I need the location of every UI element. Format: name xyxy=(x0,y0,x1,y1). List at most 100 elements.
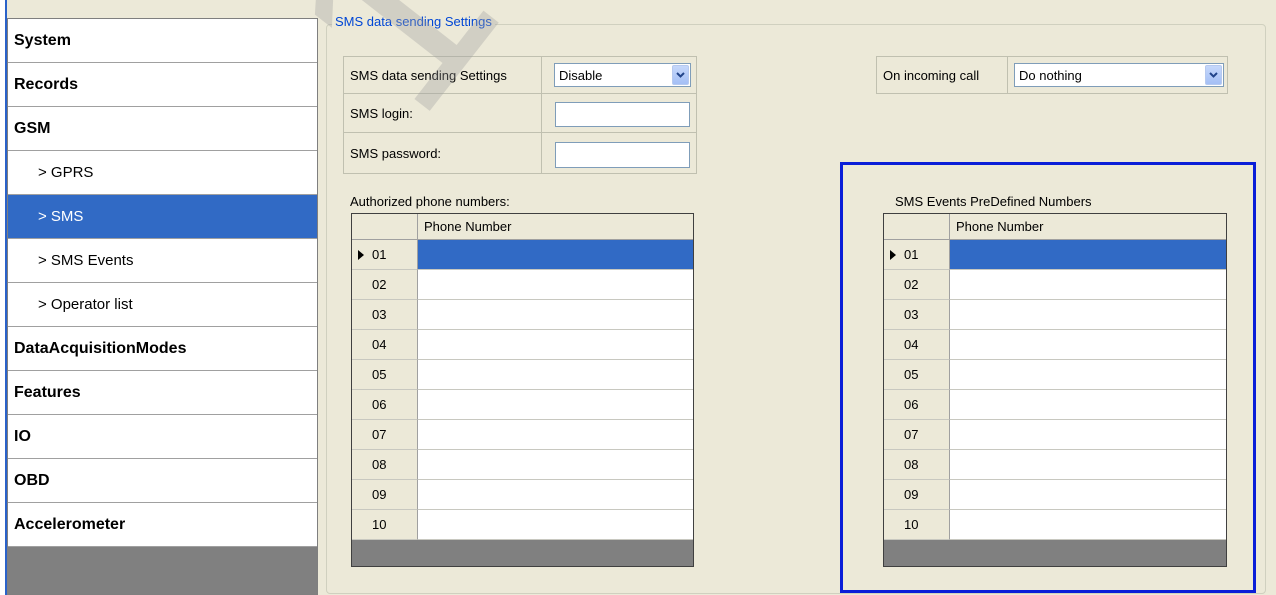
phone-number-cell[interactable] xyxy=(418,450,693,480)
sidebar-item-label: OBD xyxy=(14,471,50,489)
sms-sending-select[interactable]: Disable xyxy=(554,63,691,87)
sidebar-item-label: DataAcquisitionModes xyxy=(14,339,187,357)
phone-number-cell[interactable] xyxy=(950,450,1226,480)
predefined-numbers-grid[interactable]: Phone Number 01 02 03 04 05 06 07 08 09 10 xyxy=(883,213,1227,567)
row-pointer-icon xyxy=(890,250,896,260)
row-header[interactable]: 06 xyxy=(352,390,418,420)
sidebar-item-gprs[interactable]: > GPRS xyxy=(8,151,317,195)
sidebar-item-data-acquisition-modes[interactable]: DataAcquisitionModes xyxy=(8,327,317,371)
row-header[interactable]: 09 xyxy=(352,480,418,510)
sidebar-item-gsm[interactable]: GSM xyxy=(8,107,317,151)
row-number: 01 xyxy=(904,247,919,262)
table-row[interactable]: 10 xyxy=(352,510,693,540)
sidebar-item-obd[interactable]: OBD xyxy=(8,459,317,503)
row-pointer-icon xyxy=(358,250,364,260)
sidebar-item-features[interactable]: Features xyxy=(8,371,317,415)
row-header[interactable]: 07 xyxy=(352,420,418,450)
row-header[interactable]: 02 xyxy=(352,270,418,300)
table-row[interactable]: 01 xyxy=(352,240,693,270)
row-number: 01 xyxy=(372,247,387,262)
sidebar-item-sms[interactable]: > SMS xyxy=(8,195,317,239)
table-row[interactable]: 09 xyxy=(352,480,693,510)
row-number: 02 xyxy=(904,277,919,292)
row-header[interactable]: 06 xyxy=(884,390,950,420)
row-header[interactable]: 03 xyxy=(884,300,950,330)
sidebar-item-io[interactable]: IO xyxy=(8,415,317,459)
column-header[interactable]: Phone Number xyxy=(950,214,1226,240)
sidebar-item-label: Features xyxy=(14,383,81,401)
row-number: 08 xyxy=(904,457,919,472)
table-row[interactable]: 06 xyxy=(352,390,693,420)
column-header[interactable]: Phone Number xyxy=(418,214,693,240)
sidebar-item-operator-list[interactable]: > Operator list xyxy=(8,283,317,327)
table-row[interactable]: 04 xyxy=(352,330,693,360)
table-row[interactable]: 01 xyxy=(884,240,1226,270)
chevron-down-icon[interactable] xyxy=(1205,65,1222,85)
row-header[interactable]: 09 xyxy=(884,480,950,510)
table-row[interactable]: 02 xyxy=(884,270,1226,300)
sms-sending-label: SMS data sending Settings xyxy=(343,56,542,94)
authorized-numbers-grid[interactable]: Phone Number 01 02 03 04 05 06 07 08 09 10 xyxy=(351,213,694,567)
phone-number-cell[interactable] xyxy=(418,390,693,420)
sidebar-item-label: > SMS xyxy=(38,208,84,225)
row-header[interactable]: 08 xyxy=(884,450,950,480)
chevron-down-icon[interactable] xyxy=(672,65,689,85)
phone-number-cell[interactable] xyxy=(418,240,693,270)
row-number: 04 xyxy=(372,337,387,352)
sidebar: System Records GSM > GPRS > SMS > SMS Ev… xyxy=(7,18,318,595)
row-number: 05 xyxy=(372,367,387,382)
row-header[interactable]: 04 xyxy=(884,330,950,360)
table-row[interactable]: 07 xyxy=(352,420,693,450)
phone-number-cell[interactable] xyxy=(418,480,693,510)
row-header[interactable]: 01 xyxy=(352,240,418,270)
table-row[interactable]: 05 xyxy=(884,360,1226,390)
table-row[interactable]: 02 xyxy=(352,270,693,300)
phone-number-cell[interactable] xyxy=(950,480,1226,510)
row-number: 10 xyxy=(904,517,919,532)
row-header[interactable]: 04 xyxy=(352,330,418,360)
sidebar-item-records[interactable]: Records xyxy=(8,63,317,107)
row-header[interactable]: 01 xyxy=(884,240,950,270)
table-row[interactable]: 05 xyxy=(352,360,693,390)
phone-number-cell[interactable] xyxy=(418,420,693,450)
table-row[interactable]: 03 xyxy=(352,300,693,330)
phone-number-cell[interactable] xyxy=(418,360,693,390)
table-row[interactable]: 06 xyxy=(884,390,1226,420)
phone-number-cell[interactable] xyxy=(418,330,693,360)
row-number: 06 xyxy=(372,397,387,412)
row-header[interactable]: 05 xyxy=(884,360,950,390)
row-header[interactable]: 05 xyxy=(352,360,418,390)
row-header[interactable]: 03 xyxy=(352,300,418,330)
sidebar-item-system[interactable]: System xyxy=(8,19,317,63)
table-row[interactable]: 09 xyxy=(884,480,1226,510)
sidebar-item-label: > Operator list xyxy=(38,296,133,313)
row-header[interactable]: 10 xyxy=(352,510,418,540)
phone-number-cell[interactable] xyxy=(950,330,1226,360)
incoming-call-select[interactable]: Do nothing xyxy=(1014,63,1224,87)
table-row[interactable]: 08 xyxy=(884,450,1226,480)
row-header[interactable]: 07 xyxy=(884,420,950,450)
phone-number-cell[interactable] xyxy=(950,240,1226,270)
phone-number-cell[interactable] xyxy=(950,390,1226,420)
phone-number-cell[interactable] xyxy=(950,300,1226,330)
row-header[interactable]: 08 xyxy=(352,450,418,480)
phone-number-cell[interactable] xyxy=(950,510,1226,540)
phone-number-cell[interactable] xyxy=(950,270,1226,300)
table-row[interactable]: 03 xyxy=(884,300,1226,330)
incoming-call-value: Do nothing xyxy=(1019,67,1082,83)
table-row[interactable]: 10 xyxy=(884,510,1226,540)
sidebar-item-sms-events[interactable]: > SMS Events xyxy=(8,239,317,283)
sidebar-item-accelerometer[interactable]: Accelerometer xyxy=(8,503,317,547)
row-header[interactable]: 02 xyxy=(884,270,950,300)
row-header[interactable]: 10 xyxy=(884,510,950,540)
sms-login-input[interactable] xyxy=(555,102,690,127)
table-row[interactable]: 04 xyxy=(884,330,1226,360)
table-row[interactable]: 08 xyxy=(352,450,693,480)
table-row[interactable]: 07 xyxy=(884,420,1226,450)
phone-number-cell[interactable] xyxy=(950,360,1226,390)
phone-number-cell[interactable] xyxy=(418,300,693,330)
sms-password-input[interactable] xyxy=(555,142,690,168)
phone-number-cell[interactable] xyxy=(950,420,1226,450)
phone-number-cell[interactable] xyxy=(418,510,693,540)
phone-number-cell[interactable] xyxy=(418,270,693,300)
